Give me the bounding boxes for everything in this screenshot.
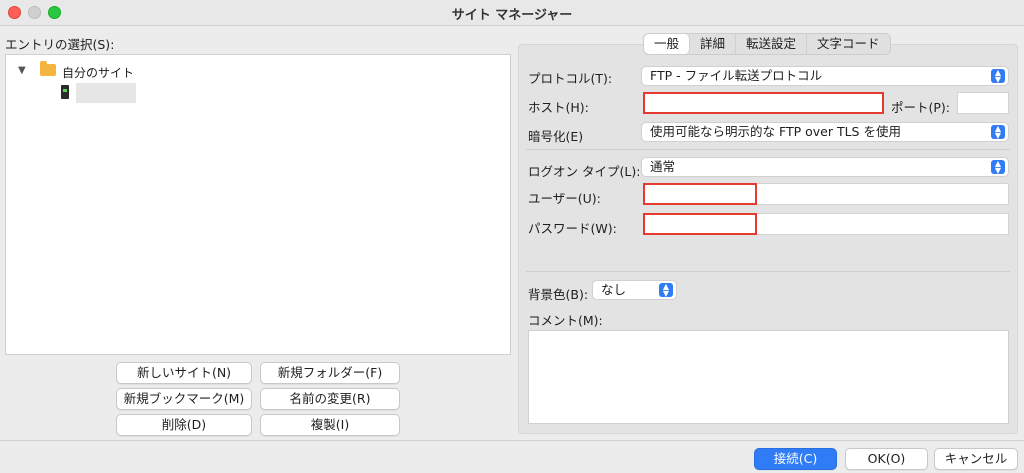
server-icon	[61, 85, 69, 99]
window-title: サイト マネージャー	[451, 8, 573, 23]
password-input-highlight	[643, 213, 757, 235]
folder-icon	[40, 61, 56, 76]
logon-type-select[interactable]: 通常 ▲ ▼	[641, 157, 1009, 177]
protocol-value: FTP - ファイル転送プロトコル	[650, 68, 823, 83]
entry-select-label: エントリの選択(S):	[5, 37, 115, 52]
new-bookmark-button[interactable]: 新規ブックマーク(M)	[116, 388, 252, 410]
select-arrows-icon: ▲ ▼	[991, 160, 1005, 175]
site-tree[interactable]: ▼ 自分のサイト	[5, 54, 511, 355]
divider	[526, 149, 1010, 150]
tab-general[interactable]: 一般	[644, 34, 691, 54]
settings-tabs: 一般 詳細 転送設定 文字コード	[643, 33, 891, 55]
host-input[interactable]	[643, 92, 884, 114]
title-bar: サイト マネージャー	[0, 0, 1024, 26]
protocol-select[interactable]: FTP - ファイル転送プロトコル ▲ ▼	[641, 66, 1009, 86]
tab-transfer-settings[interactable]: 転送設定	[736, 34, 808, 54]
connect-button[interactable]: 接続(C)	[754, 448, 837, 470]
password-label: パスワード(W):	[528, 221, 617, 236]
select-arrows-icon: ▲ ▼	[991, 125, 1005, 140]
logon-type-label: ログオン タイプ(L):	[528, 164, 641, 179]
encryption-value: 使用可能なら明示的な FTP over TLS を使用	[650, 124, 901, 139]
new-site-button[interactable]: 新しいサイト(N)	[116, 362, 252, 384]
port-label: ポート(P):	[891, 100, 951, 115]
comment-textarea[interactable]	[528, 330, 1009, 424]
divider	[526, 271, 1010, 272]
divider	[0, 440, 1024, 441]
chevron-down-icon[interactable]: ▼	[18, 65, 26, 76]
host-label: ホスト(H):	[528, 100, 589, 115]
cancel-button[interactable]: キャンセル	[934, 448, 1018, 470]
duplicate-button[interactable]: 複製(I)	[260, 414, 400, 436]
background-color-label: 背景色(B):	[528, 287, 589, 302]
tree-site-item[interactable]	[76, 83, 136, 103]
tree-folder-my-sites[interactable]: 自分のサイト	[62, 64, 134, 81]
select-arrows-icon: ▲ ▼	[659, 283, 673, 298]
logon-type-value: 通常	[650, 159, 676, 174]
comment-label: コメント(M):	[528, 313, 603, 328]
tab-charset[interactable]: 文字コード	[807, 34, 890, 54]
encryption-label: 暗号化(E)	[528, 129, 584, 144]
port-input[interactable]	[957, 92, 1009, 114]
user-label: ユーザー(U):	[528, 191, 601, 206]
protocol-label: プロトコル(T):	[528, 71, 613, 86]
new-folder-button[interactable]: 新規フォルダー(F)	[260, 362, 400, 384]
delete-button[interactable]: 削除(D)	[116, 414, 252, 436]
background-color-value: なし	[601, 282, 627, 297]
rename-button[interactable]: 名前の変更(R)	[260, 388, 400, 410]
encryption-select[interactable]: 使用可能なら明示的な FTP over TLS を使用 ▲ ▼	[641, 122, 1009, 142]
user-input-highlight	[643, 183, 757, 205]
tab-advanced[interactable]: 詳細	[690, 34, 737, 54]
background-color-select[interactable]: なし ▲ ▼	[592, 280, 677, 300]
select-arrows-icon: ▲ ▼	[991, 69, 1005, 84]
ok-button[interactable]: OK(O)	[845, 448, 928, 470]
